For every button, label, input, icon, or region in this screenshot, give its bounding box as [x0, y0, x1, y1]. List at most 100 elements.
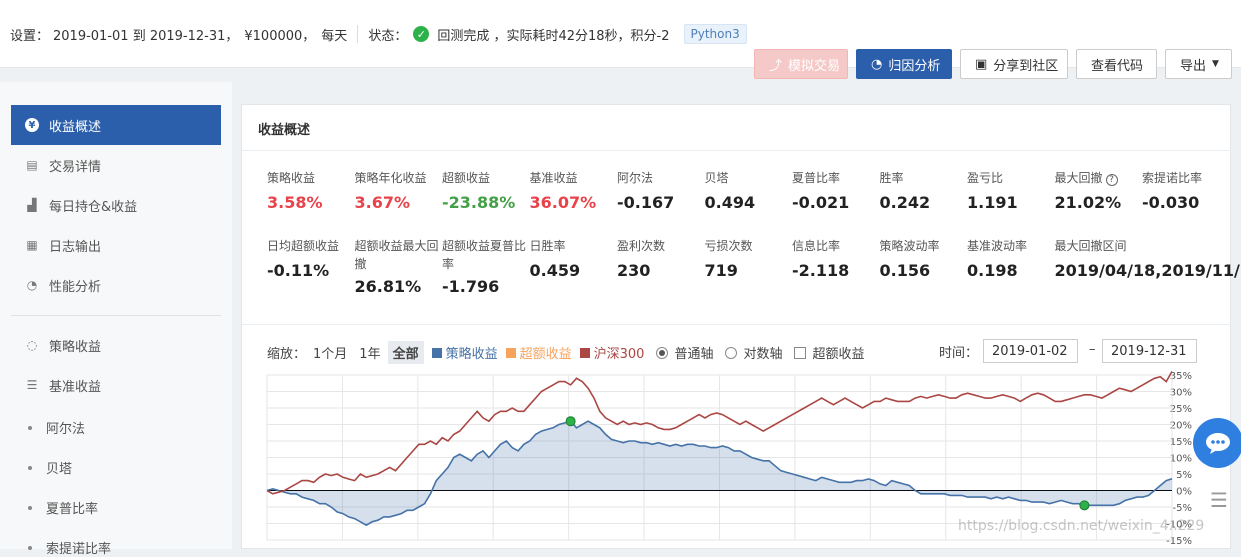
metric-item: 超额收益夏普比率 -1.796: [442, 237, 532, 296]
y-tick-label: 5%: [1176, 470, 1192, 481]
settings-label: 设置：: [10, 28, 50, 44]
y-tick-label: -5%: [1173, 503, 1192, 514]
share-label: 分享到社区: [993, 58, 1059, 74]
sidebar-sub-label: 索提诺比率: [46, 542, 112, 557]
sidebar-item-log-output[interactable]: ▦ 日志输出: [11, 225, 221, 265]
pie-icon: ◔: [26, 278, 38, 292]
help-icon[interactable]: ?: [1105, 174, 1118, 186]
zoom-1-month[interactable]: 1个月: [308, 341, 352, 364]
sidebar-sub-alpha[interactable]: 阿尔法: [28, 418, 85, 437]
attribution-analysis-button[interactable]: ◔ 归因分析: [856, 49, 952, 79]
metric-item: 最大回撤? 21.02%: [1055, 169, 1145, 212]
list-lines-icon[interactable]: ☰: [1199, 480, 1239, 520]
metric-label: 胜率: [879, 171, 904, 185]
status-text: 回测完成 ，实际耗时42分18秒，积分-2: [437, 28, 670, 44]
metric-value: 0.156: [879, 261, 931, 280]
share-community-button[interactable]: ▣ 分享到社区: [960, 49, 1068, 79]
metric-value: 3.58%: [267, 193, 323, 212]
metric-value: 719: [704, 261, 738, 280]
metric-value: -0.11%: [267, 261, 330, 280]
metric-value: 0.242: [879, 193, 931, 212]
excess-return-label: 超额收益: [812, 347, 865, 362]
metric-value: -2.118: [792, 261, 850, 280]
metric-label: 最大回撤?: [1055, 169, 1145, 187]
metric-value: 1.191: [967, 193, 1018, 212]
y-tick-label: 10%: [1170, 454, 1192, 465]
sidebar-item-trade-details[interactable]: ▤ 交易详情: [11, 145, 221, 185]
metric-item: 策略波动率 0.156: [880, 237, 970, 280]
zoom-all[interactable]: 全部: [387, 341, 424, 364]
sidebar-sub-beta[interactable]: 贝塔: [28, 458, 72, 477]
legend-excess[interactable]: 超额收益: [505, 343, 572, 362]
metric-value: 0.459: [529, 261, 581, 280]
metric-label: 阿尔法: [617, 171, 654, 185]
pie-chart-icon: ◔: [871, 56, 883, 72]
metric-value: 0.198: [967, 261, 1018, 280]
backtest-settings: 设置： 2019-01-01 到 2019-12-31， ¥100000， 每天…: [10, 24, 747, 44]
sidebar-item-label: 基准收益: [49, 379, 102, 395]
panel-title: 收益概述: [258, 123, 311, 138]
chart-controls: 缩放： 1个月 1年 全部 策略收益 超额收益 沪深300 普通轴 对数轴 超额…: [267, 341, 865, 364]
simulate-trading-button[interactable]: ⤴ 模拟交易: [754, 49, 848, 79]
sidebar-divider: [11, 315, 221, 316]
date-to-input[interactable]: [1102, 339, 1197, 363]
sidebar-item-performance[interactable]: ◔ 性能分析: [11, 265, 221, 305]
zoom-label: 缩放：: [267, 347, 307, 362]
bulb-icon: ◌: [26, 338, 38, 352]
export-button[interactable]: 导出 ▼: [1165, 49, 1232, 79]
sidebar-item-return-overview[interactable]: ¥ 收益概述: [11, 105, 221, 145]
sidebar-item-label: 性能分析: [49, 279, 102, 295]
axis-normal-label: 普通轴: [674, 347, 714, 362]
sidebar-sub-sortino[interactable]: 索提诺比率: [28, 538, 111, 557]
metric-label: 盈利次数: [617, 239, 666, 253]
metric-value: 36.07%: [529, 193, 597, 212]
metric-item: 基准收益 36.07%: [530, 169, 620, 212]
metric-item: 策略年化收益 3.67%: [355, 169, 445, 212]
metric-value: -0.167: [617, 193, 675, 212]
metric-label: 最大回撤区间: [1054, 239, 1127, 253]
sidebar-item-label: 策略收益: [49, 339, 102, 355]
date-range: 2019-01-01 到 2019-12-31，: [53, 28, 239, 44]
sidebar-item-strategy-return[interactable]: ◌ 策略收益: [11, 325, 221, 365]
bullet-icon: [28, 465, 32, 470]
metric-item: 胜率 0.242: [880, 169, 970, 212]
metric-item: 盈亏比 1.191: [967, 169, 1057, 212]
metric-item: 贝塔 0.494: [705, 169, 795, 212]
metric-item: 亏损次数 719: [705, 237, 795, 280]
metric-value: -1.796: [442, 277, 500, 296]
legend-strategy[interactable]: 策略收益: [431, 343, 498, 362]
y-tick-label: 25%: [1170, 404, 1192, 415]
metric-value: -0.030: [1142, 193, 1200, 212]
excess-return-checkbox[interactable]: [794, 346, 807, 359]
view-code-button[interactable]: 查看代码: [1076, 49, 1157, 79]
sidebar-item-label: 交易详情: [49, 159, 102, 175]
metric-value: 21.02%: [1054, 193, 1122, 212]
metric-label: 超额收益最大回撤: [354, 239, 439, 271]
axis-log-label: 对数轴: [743, 347, 783, 362]
sidebar-item-benchmark-return[interactable]: ☰ 基准收益: [11, 365, 221, 405]
chat-button[interactable]: [1193, 418, 1241, 468]
bullet-icon: [28, 505, 32, 510]
frequency: 每天: [321, 28, 348, 44]
divider: [242, 324, 1232, 325]
sidebar-sub-sharpe[interactable]: 夏普比率: [28, 498, 98, 517]
metric-label: 信息比率: [792, 239, 841, 253]
y-tick-label: -15%: [1166, 536, 1192, 545]
date-from-input[interactable]: [983, 339, 1078, 363]
legend-swatch: [505, 347, 516, 358]
metric-label: 日胜率: [529, 239, 566, 253]
axis-normal-radio[interactable]: [656, 346, 669, 359]
time-label: 时间：: [939, 346, 979, 361]
zoom-1-year[interactable]: 1年: [354, 341, 385, 364]
axis-log-radio[interactable]: [725, 346, 738, 359]
simulate-label: 模拟交易: [788, 58, 841, 74]
metric-value: 26.81%: [354, 277, 422, 296]
list-icon: ▤: [26, 158, 38, 172]
sidebar-sub-label: 阿尔法: [46, 422, 86, 437]
y-tick-label: 15%: [1170, 437, 1192, 448]
sidebar-item-daily-positions[interactable]: ▟ 每日持仓&收益: [11, 185, 221, 225]
caret-down-icon: ▼: [1212, 59, 1219, 69]
community-icon: ▣: [975, 56, 988, 72]
legend-hs300[interactable]: 沪深300: [579, 343, 644, 362]
status-label: 状态：: [368, 28, 408, 44]
